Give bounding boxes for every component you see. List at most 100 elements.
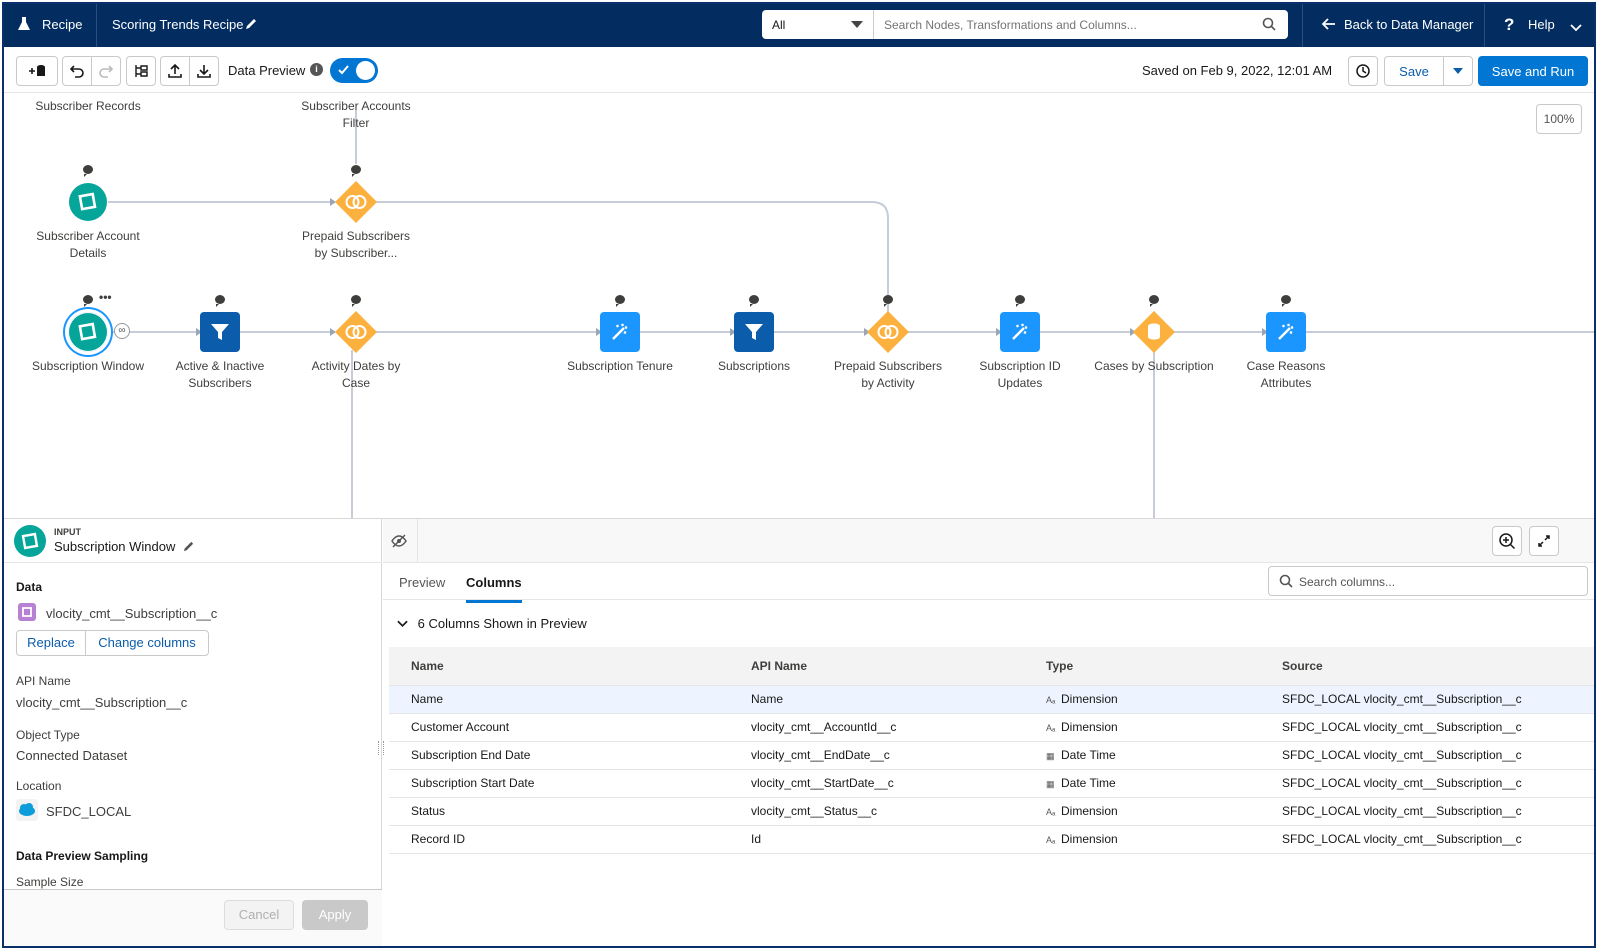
- comment-icon[interactable]: [215, 295, 225, 307]
- recipe-title[interactable]: Scoring Trends Recipe: [112, 17, 244, 32]
- node-subscription-tenure[interactable]: [600, 312, 640, 352]
- scope-value: All: [772, 18, 786, 32]
- info-icon: i: [310, 63, 323, 76]
- node-subscriber-account-details[interactable]: [68, 182, 108, 222]
- api-name-value: vlocity_cmt__Subscription__c: [16, 695, 188, 710]
- comment-icon[interactable]: [83, 165, 93, 177]
- undo-button[interactable]: [62, 56, 92, 86]
- comment-icon[interactable]: [1149, 295, 1159, 307]
- cell-api-name-text: Id: [751, 832, 762, 846]
- node-prepaid-subscribers-by-activity[interactable]: [866, 310, 910, 354]
- node-details-panel: INPUT Subscription Window Data vlocity_c…: [4, 518, 1594, 946]
- back-label: Back to Data Manager: [1344, 17, 1474, 32]
- hide-eye-icon[interactable]: [391, 533, 407, 554]
- node-prepaid-subscribers-by-subscriber[interactable]: [334, 180, 378, 224]
- cell-source: SFDC_LOCAL vlocity_cmt__Subscription__c: [1260, 769, 1594, 798]
- redo-button[interactable]: [91, 56, 121, 86]
- search-icon: [1279, 574, 1293, 593]
- cell-type: ▦ Date Time: [1024, 741, 1260, 770]
- comment-icon[interactable]: [749, 295, 759, 307]
- node-case-reasons-attributes[interactable]: [1266, 312, 1306, 352]
- panel-resize-handle[interactable]: [378, 741, 384, 755]
- subscriber-records-label: Subscriber Records: [35, 99, 141, 113]
- node-subscription-window[interactable]: ∞: [68, 312, 130, 352]
- cancel-button[interactable]: Cancel: [224, 900, 294, 930]
- search-icon: [1262, 17, 1276, 34]
- node-active-inactive-subscribers[interactable]: [200, 312, 240, 352]
- cell-api-name-text: vlocity_cmt__AccountId__c: [751, 720, 897, 734]
- table-row[interactable]: Customer Account vlocity_cmt__AccountId__…: [389, 713, 1594, 742]
- app-window: Recipe Scoring Trends Recipe All Search …: [2, 2, 1596, 948]
- comment-icon[interactable]: [1015, 295, 1025, 307]
- object-icon: [18, 603, 36, 621]
- node-cases-by-subscription[interactable]: [1132, 310, 1176, 354]
- layout-button[interactable]: [126, 56, 156, 86]
- cell-type-text: Date Time: [1061, 776, 1116, 790]
- save-and-run-button[interactable]: Save and Run: [1478, 56, 1588, 86]
- cell-source-text: SFDC_LOCAL vlocity_cmt__Subscription__c: [1282, 832, 1522, 846]
- search-placeholder: Search Nodes, Transformations and Column…: [884, 18, 1137, 32]
- history-button[interactable]: [1348, 56, 1378, 86]
- node-label: Subscription Window: [31, 359, 145, 373]
- back-to-data-manager-link[interactable]: Back to Data Manager: [1316, 4, 1476, 47]
- tab-preview[interactable]: Preview: [399, 575, 445, 590]
- cell-name-text: Record ID: [411, 832, 466, 846]
- table-row[interactable]: Record ID Id Aₐ Dimension SFDC_LOCAL vlocity…: [389, 825, 1594, 854]
- table-row[interactable]: Name Name Aₐ Dimension SFDC_LOCAL vlocity_cm…: [389, 685, 1594, 714]
- save-button[interactable]: Save: [1384, 56, 1444, 86]
- recipe-canvas[interactable]: Subscriber Records Subscriber Accounts F…: [4, 94, 1594, 518]
- more-actions-icon[interactable]: •••: [99, 290, 112, 304]
- dataset-icon: [68, 313, 108, 356]
- join-icon: [334, 311, 378, 358]
- comment-icon[interactable]: [83, 295, 93, 307]
- cell-source: SFDC_LOCAL vlocity_cmt__Subscription__c: [1260, 741, 1594, 770]
- cell-source: SFDC_LOCAL vlocity_cmt__Subscription__c: [1260, 797, 1594, 826]
- table-row[interactable]: Subscription Start Date vlocity_cmt__Star…: [389, 769, 1594, 798]
- sample-size-label: Sample Size: [16, 875, 84, 889]
- apply-button[interactable]: Apply: [302, 900, 368, 930]
- comment-icon[interactable]: [883, 295, 893, 307]
- replace-button[interactable]: Replace: [16, 630, 86, 656]
- data-preview-toggle[interactable]: [330, 58, 378, 83]
- expand-panel-button[interactable]: [1529, 526, 1559, 556]
- text-type-icon: Aₐ: [1046, 807, 1056, 817]
- flask-icon: [18, 16, 30, 35]
- node-properties-panel: INPUT Subscription Window Data vlocity_c…: [4, 519, 382, 946]
- table-row[interactable]: Subscription End Date vlocity_cmt__EndDat…: [389, 741, 1594, 770]
- column-search-input[interactable]: Search columns...: [1268, 566, 1588, 596]
- filter-icon: [734, 312, 774, 356]
- comment-icon[interactable]: [1281, 295, 1291, 307]
- download-button[interactable]: [189, 56, 219, 86]
- node-search-input[interactable]: Search Nodes, Transformations and Column…: [874, 10, 1288, 39]
- edit-pencil-icon[interactable]: [244, 17, 258, 34]
- scope-select[interactable]: All: [762, 10, 874, 39]
- zoom-node-button[interactable]: [1492, 526, 1522, 556]
- zoom-indicator[interactable]: 100%: [1536, 104, 1582, 134]
- link-icon[interactable]: ∞: [114, 323, 130, 339]
- upload-button[interactable]: [160, 56, 190, 86]
- location-label: Location: [16, 779, 62, 793]
- cell-type-text: Dimension: [1061, 720, 1118, 734]
- node-activity-dates-by-case[interactable]: [334, 310, 378, 354]
- change-columns-button[interactable]: Change columns: [85, 630, 209, 656]
- cell-api-name: vlocity_cmt__StartDate__c: [729, 769, 1024, 798]
- comment-icon[interactable]: [351, 165, 361, 177]
- columns-section-toggle[interactable]: 6 Columns Shown in Preview: [397, 616, 587, 631]
- table-row[interactable]: Status vlocity_cmt__Status__c Aₐ Dimension S…: [389, 797, 1594, 826]
- salesforce-cloud-icon: [16, 799, 38, 821]
- node-subscriptions[interactable]: [734, 312, 774, 352]
- zoom-icon: [1499, 533, 1516, 550]
- cell-api-name-text: Name: [751, 692, 784, 706]
- help-menu[interactable]: ? Help: [1498, 4, 1594, 47]
- column-header-type: Type: [1024, 647, 1260, 686]
- edit-pencil-icon[interactable]: [182, 540, 195, 558]
- aggregate-icon: [1132, 311, 1176, 358]
- column-header-name: Name: [389, 647, 729, 686]
- cell-source: SFDC_LOCAL vlocity_cmt__Subscription__c: [1260, 713, 1594, 742]
- save-menu-button[interactable]: [1443, 56, 1473, 86]
- node-subscription-id-updates[interactable]: [1000, 312, 1040, 352]
- text-type-icon: Aₐ: [1046, 723, 1056, 733]
- add-input-button[interactable]: [16, 56, 58, 86]
- comment-icon[interactable]: [615, 295, 625, 307]
- comment-icon[interactable]: [351, 295, 361, 307]
